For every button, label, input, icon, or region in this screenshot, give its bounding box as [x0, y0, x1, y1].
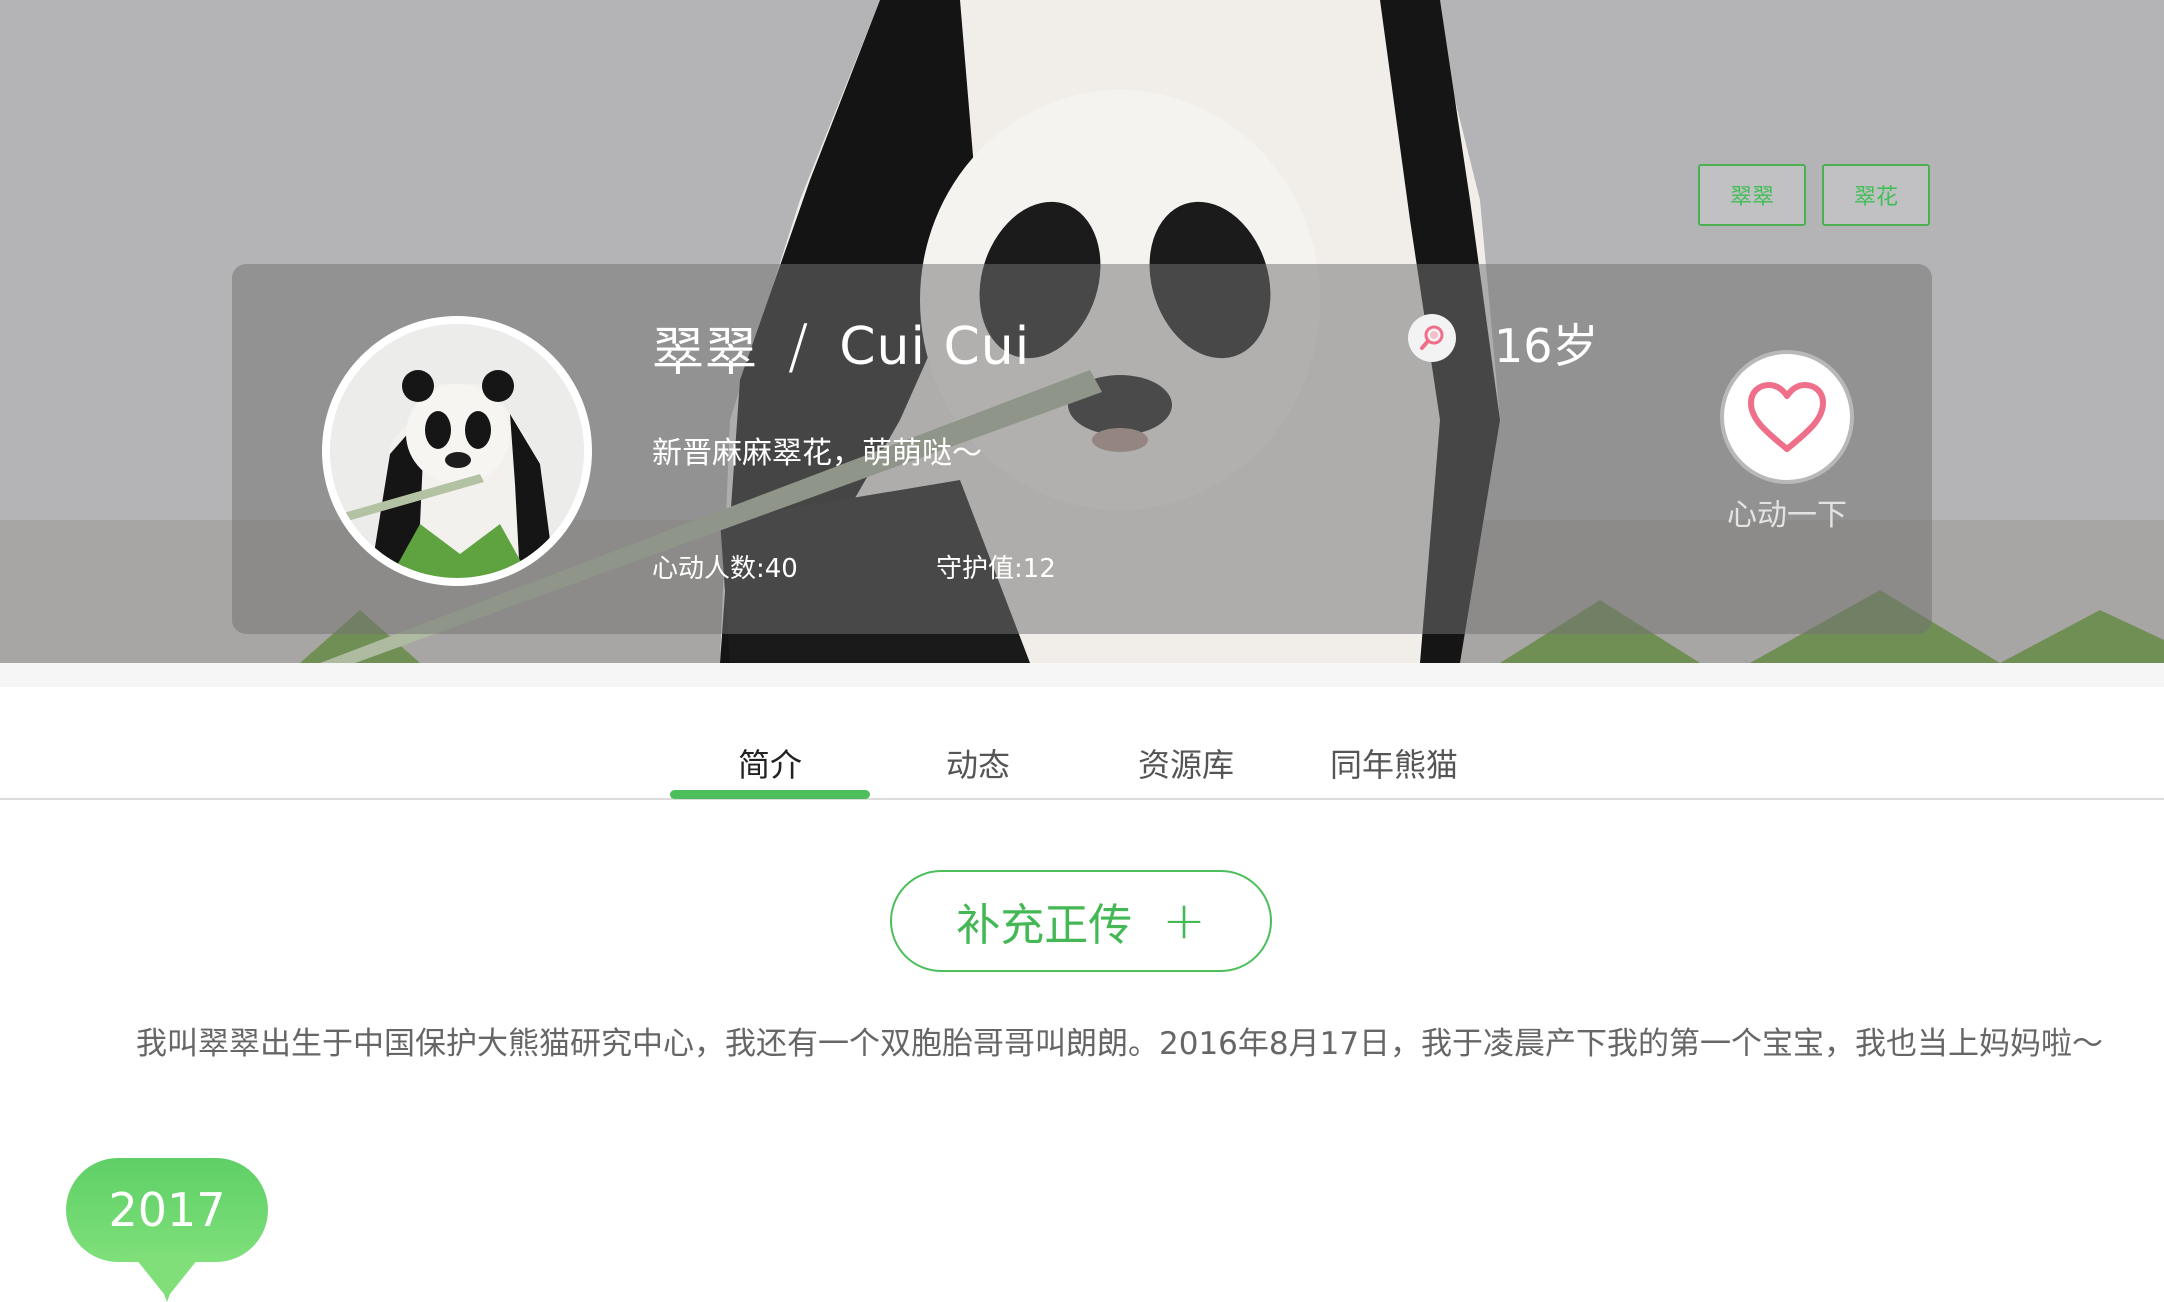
add-biography-button[interactable]: 补充正传 +: [890, 870, 1272, 972]
tag-cuicui[interactable]: 翠翠: [1698, 164, 1806, 226]
timeline-year-badge: 2017: [66, 1158, 268, 1262]
name-english: Cui Cui: [839, 317, 1031, 377]
active-tab-indicator: [670, 790, 870, 799]
timeline-pointer: [132, 1254, 202, 1302]
heart-icon: [1748, 382, 1826, 452]
tag-cuihua[interactable]: 翠花: [1822, 164, 1930, 226]
hero-divider: [0, 663, 2164, 687]
guard-value: 守护值:12: [936, 554, 1056, 584]
avatar[interactable]: [322, 316, 592, 586]
panda-avatar-image: [330, 324, 584, 578]
name-separator: /: [788, 312, 810, 382]
likes-count: 心动人数:40: [652, 554, 798, 584]
tab-resources[interactable]: 资源库: [1086, 740, 1286, 786]
search-pin-icon: [1408, 314, 1456, 362]
plus-icon: +: [1162, 891, 1206, 951]
tab-intro[interactable]: 简介: [670, 740, 870, 786]
tab-same-year-pandas[interactable]: 同年熊猫: [1294, 740, 1494, 786]
tab-activity[interactable]: 动态: [878, 740, 1078, 786]
tab-bar: 简介 动态 资源库 同年熊猫: [0, 720, 2164, 800]
profile-card: 翠翠 / Cui Cui 新晋麻麻翠花，萌萌哒～ 心动人数:40 守护值:12 …: [232, 264, 1932, 634]
name-chinese: 翠翠: [652, 322, 759, 383]
like-button[interactable]: [1724, 354, 1850, 480]
like-label[interactable]: 心动一下: [1700, 490, 1874, 534]
panda-age: 16岁: [1494, 319, 1599, 373]
add-biography-label: 补充正传: [956, 900, 1133, 951]
panda-motto: 新晋麻麻翠花，萌萌哒～: [652, 436, 982, 471]
panda-name: 翠翠 / Cui Cui: [652, 312, 1031, 383]
intro-text: 我叫翠翠出生于中国保护大熊猫研究中心，我还有一个双胞胎哥哥叫朗朗。2016年8月…: [136, 1026, 2104, 1062]
